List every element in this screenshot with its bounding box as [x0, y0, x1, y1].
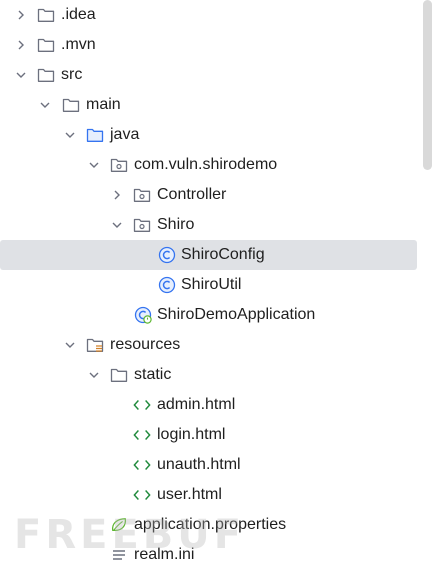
html-icon: [133, 396, 151, 414]
vertical-scrollbar[interactable]: [423, 0, 432, 170]
tree-node-label: ShiroUtil: [181, 276, 242, 293]
tree-node-label: user.html: [157, 486, 222, 503]
tree-node-idea[interactable]: .idea: [0, 0, 420, 30]
tree-node-mvn[interactable]: .mvn: [0, 30, 420, 60]
html-icon: [133, 456, 151, 474]
tree-node-label: admin.html: [157, 396, 236, 413]
tree-node-label: .idea: [61, 6, 96, 23]
tree-node-label: ShiroConfig: [181, 246, 265, 263]
chevron-right-icon[interactable]: [111, 189, 123, 201]
tree-node-package-root[interactable]: com.vuln.shirodemo: [0, 150, 420, 180]
chevron-down-icon[interactable]: [88, 369, 100, 381]
chevron-right-icon[interactable]: [15, 9, 27, 21]
tree-node-label: resources: [110, 336, 181, 353]
tree-node-shiroconfig[interactable]: ShiroConfig: [0, 240, 417, 270]
chevron-right-icon[interactable]: [15, 39, 27, 51]
tree-node-shirodemoapplication[interactable]: ShiroDemoApplication: [0, 300, 420, 330]
tree-node-label: static: [134, 366, 172, 383]
tree-node-shiroutil[interactable]: ShiroUtil: [0, 270, 420, 300]
html-icon: [133, 426, 151, 444]
folder-icon: [62, 96, 80, 114]
chevron-down-icon[interactable]: [64, 129, 76, 141]
tree-node-login-html[interactable]: login.html: [0, 420, 420, 450]
chevron-down-icon[interactable]: [111, 219, 123, 231]
tree-node-user-html[interactable]: user.html: [0, 480, 420, 510]
spring-boot-class-icon: [134, 306, 152, 324]
class-icon: [158, 246, 176, 264]
tree-node-label: Controller: [157, 186, 227, 203]
tree-node-label: login.html: [157, 426, 226, 443]
tree-node-static[interactable]: static: [0, 360, 420, 390]
chevron-down-icon[interactable]: [39, 99, 51, 111]
package-icon: [133, 186, 151, 204]
tree-node-label: src: [61, 66, 83, 83]
tree-node-unauth-html[interactable]: unauth.html: [0, 450, 420, 480]
tree-node-label: java: [110, 126, 140, 143]
tree-node-label: main: [86, 96, 121, 113]
tree-node-label: com.vuln.shirodemo: [134, 156, 278, 173]
folder-icon: [37, 36, 55, 54]
tree-node-src[interactable]: src: [0, 60, 420, 90]
tree-node-label: .mvn: [61, 36, 96, 53]
folder-icon: [37, 66, 55, 84]
source-folder-icon: [86, 126, 104, 144]
watermark-logo: FREEBUF: [14, 512, 246, 558]
resources-folder-icon: [86, 336, 104, 354]
html-icon: [133, 486, 151, 504]
tree-node-controller[interactable]: Controller: [0, 180, 420, 210]
chevron-down-icon[interactable]: [88, 159, 100, 171]
folder-icon: [110, 366, 128, 384]
tree-node-label: unauth.html: [157, 456, 241, 473]
chevron-down-icon[interactable]: [15, 69, 27, 81]
project-tree: .idea .mvn src main java com.vuln.shirod…: [0, 0, 420, 570]
tree-node-main[interactable]: main: [0, 90, 420, 120]
chevron-down-icon[interactable]: [64, 339, 76, 351]
class-icon: [158, 276, 176, 294]
package-icon: [133, 216, 151, 234]
tree-node-shiro[interactable]: Shiro: [0, 210, 420, 240]
folder-icon: [37, 6, 55, 24]
tree-node-admin-html[interactable]: admin.html: [0, 390, 420, 420]
tree-node-java[interactable]: java: [0, 120, 420, 150]
tree-node-resources[interactable]: resources: [0, 330, 420, 360]
package-icon: [110, 156, 128, 174]
tree-node-label: ShiroDemoApplication: [157, 306, 316, 323]
tree-node-label: Shiro: [157, 216, 195, 233]
